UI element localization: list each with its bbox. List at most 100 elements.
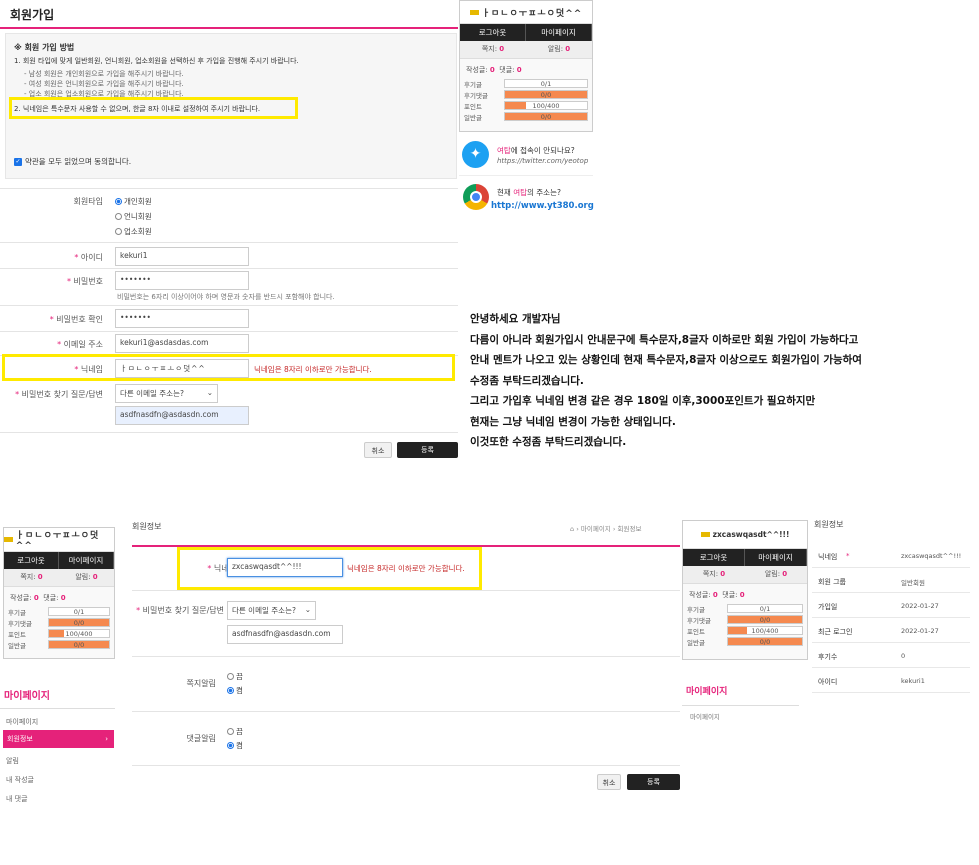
progress-bar: 0/1	[727, 604, 803, 613]
posts-label: 작성글:	[10, 594, 32, 602]
user-widget: ㅏㅁㄴㅇㅜㅍㅗㅇ덧^^ 로그아웃 마이페이지 쪽지: 0 알림: 0 작성글: …	[459, 0, 593, 132]
progress-value: 100/400	[751, 627, 779, 635]
alarm-count[interactable]: 알림: 0	[59, 569, 114, 586]
widget-tabs: 로그아웃 마이페이지	[683, 549, 807, 566]
twitter-url[interactable]: https://twitter.com/yeotop	[497, 157, 588, 165]
alarm-count[interactable]: 알림: 0	[526, 41, 592, 58]
widget-progress-row: 포인트 100/400	[464, 100, 588, 111]
pwq-select[interactable]: 다른 이메일 주소는? ⌄	[115, 384, 218, 403]
radio-dot	[227, 728, 234, 735]
side-menu-title-2: 마이페이지	[686, 687, 728, 697]
pw-input[interactable]: •••••••	[115, 271, 249, 290]
logout-button[interactable]: 로그아웃	[460, 24, 526, 41]
side-menu-posts[interactable]: 내 작성글	[6, 775, 34, 785]
widget-progress-row: 후기글 0/1	[8, 606, 110, 617]
progress-value: 0/0	[540, 91, 552, 99]
radio-dot	[115, 213, 122, 220]
agree-row[interactable]: ✓ 약관을 모두 읽었으며 동의합니다.	[14, 156, 131, 167]
progress-bar: 0/0	[48, 640, 110, 649]
progress-bar: 0/0	[504, 90, 588, 99]
pwq-answer-input[interactable]: asdfnasdfn@asdasdn.com	[227, 625, 343, 644]
pwq-answer-input[interactable]: asdfnasdfn@asdasdn.com	[115, 406, 249, 425]
side-menu-profile-active[interactable]: 회원정보 ›	[3, 730, 114, 748]
radio-member-shop[interactable]: 업소회원	[115, 226, 152, 237]
chevron-right-icon: ›	[105, 735, 108, 743]
note-count[interactable]: 쪽지: 0	[4, 569, 59, 586]
cancel-button[interactable]: 취소	[364, 442, 392, 458]
mypage-button[interactable]: 마이페이지	[526, 24, 592, 41]
radio-label: 언니회원	[124, 212, 152, 221]
chrome-promo[interactable]: 현재 여탑의 주소는? http://www.yt380.org	[459, 180, 594, 216]
side-menu-mypage-2[interactable]: 마이페이지	[690, 711, 720, 721]
submit-button[interactable]: 등록	[627, 774, 680, 790]
logout-button[interactable]: 로그아웃	[4, 552, 59, 569]
progress-label: 후기댓글	[8, 619, 32, 628]
info-value: 일반회원	[901, 579, 925, 587]
radio-comment-off[interactable]: 끔	[227, 726, 243, 737]
side-menu-alarm[interactable]: 알림	[6, 756, 19, 766]
mypage-button[interactable]: 마이페이지	[745, 549, 807, 566]
side-menu-comments[interactable]: 내 댓글	[6, 794, 28, 804]
submit-button[interactable]: 등록	[397, 442, 458, 458]
alarm-value: 0	[92, 573, 98, 581]
widget-progress-rows: 후기글 0/1 후기댓글 0/0 포인트 100/400 일반글 0/0	[4, 606, 114, 654]
widget-tabs: 로그아웃 마이페이지	[4, 552, 114, 569]
radio-label: 켬	[236, 686, 243, 695]
radio-dot-on	[115, 198, 122, 205]
member-type-label: 회원타입	[73, 197, 103, 206]
guide-line-1: 1. 회원 타입에 맞게 일반회원, 언니회원, 업소회원을 선택하신 후 가입…	[14, 57, 299, 65]
comments-value: 0	[60, 594, 66, 602]
home-icon[interactable]: ⌂	[570, 525, 574, 533]
pw-label: 비밀번호	[0, 276, 103, 287]
radio-label: 개인회원	[124, 197, 152, 206]
page-title: 회원가입	[10, 8, 55, 22]
radio-member-personal[interactable]: 개인회원	[115, 196, 152, 207]
email-input[interactable]: kekuri1@asdasdas.com	[115, 334, 249, 353]
widget-progress-row: 후기댓글 0/0	[8, 617, 110, 628]
cancel-button[interactable]: 취소	[597, 774, 621, 790]
note-label: 쪽지:	[702, 570, 719, 578]
title-underline	[0, 27, 458, 29]
side-menu-title: 마이페이지	[4, 691, 50, 702]
id-label: 아이디	[0, 252, 103, 263]
progress-label: 후기댓글	[464, 91, 488, 100]
info-row: 아이디 kekuri1	[812, 668, 970, 693]
member-level-icon	[700, 532, 710, 537]
radio-member-unni[interactable]: 언니회원	[115, 211, 152, 222]
radio-note-off[interactable]: 끔	[227, 671, 243, 682]
alarm-count[interactable]: 알림: 0	[745, 566, 807, 583]
note-count[interactable]: 쪽지: 0	[683, 566, 745, 583]
agree-checkbox[interactable]: ✓	[14, 157, 22, 166]
progress-value: 0/0	[540, 113, 552, 121]
posts-label: 작성글:	[466, 66, 488, 74]
comments-value: 0	[516, 66, 522, 74]
divider	[0, 432, 458, 433]
pw-help: 비밀번호는 6자리 이상이어야 하며 영문과 숫자를 반드시 포함해야 합니다.	[117, 293, 335, 301]
progress-label: 일반글	[8, 641, 26, 650]
note-label: 쪽지:	[481, 45, 498, 53]
pwq-select[interactable]: 다른 이메일 주소는? ⌄	[227, 601, 316, 620]
progress-label: 후기글	[687, 605, 705, 614]
chrome-url[interactable]: http://www.yt380.org	[491, 201, 594, 211]
info-value: 0	[901, 652, 906, 660]
info-value: zxcaswqasdt^^!!!	[901, 552, 962, 560]
pw-confirm-input[interactable]: •••••••	[115, 309, 249, 328]
message-line: 다름이 아니라 회원가입시 안내문구에 특수문자,8글자 이하로만 회원 가입이…	[470, 333, 859, 346]
breadcrumb-mypage[interactable]: 마이페이지	[581, 525, 611, 533]
twitter-promo[interactable]: ✦ 여탑에 접속이 안되나요? https://twitter.com/yeot…	[459, 136, 593, 176]
note-count[interactable]: 쪽지: 0	[460, 41, 526, 58]
radio-comment-on[interactable]: 켬	[227, 740, 243, 751]
info-row: 회원 그룹 일반회원	[812, 568, 970, 593]
widget-nick: ㅏㅁㄴㅇㅜㅍㅗㅇ덧^^	[15, 531, 100, 551]
id-input[interactable]: kekuri1	[115, 247, 249, 266]
progress-bar: 0/1	[504, 79, 588, 88]
message-line: 안내 멘트가 나오고 있는 상황인데 현재 특수문자,8글자 이상으로도 회원가…	[470, 354, 862, 366]
info-row: 후기수 0	[812, 643, 970, 668]
logout-button[interactable]: 로그아웃	[683, 549, 745, 566]
radio-note-on[interactable]: 켬	[227, 685, 243, 696]
mypage-button[interactable]: 마이페이지	[59, 552, 114, 569]
message-line: 안녕하세요 개발자님	[470, 313, 561, 325]
profile-info-panel: 회원정보 닉네임 * zxcaswqasdt^^!!! 회원 그룹 일반회원 가입일 202…	[812, 515, 970, 720]
side-menu-mypage[interactable]: 마이페이지	[6, 717, 38, 727]
info-value: 2022-01-27	[901, 627, 939, 635]
